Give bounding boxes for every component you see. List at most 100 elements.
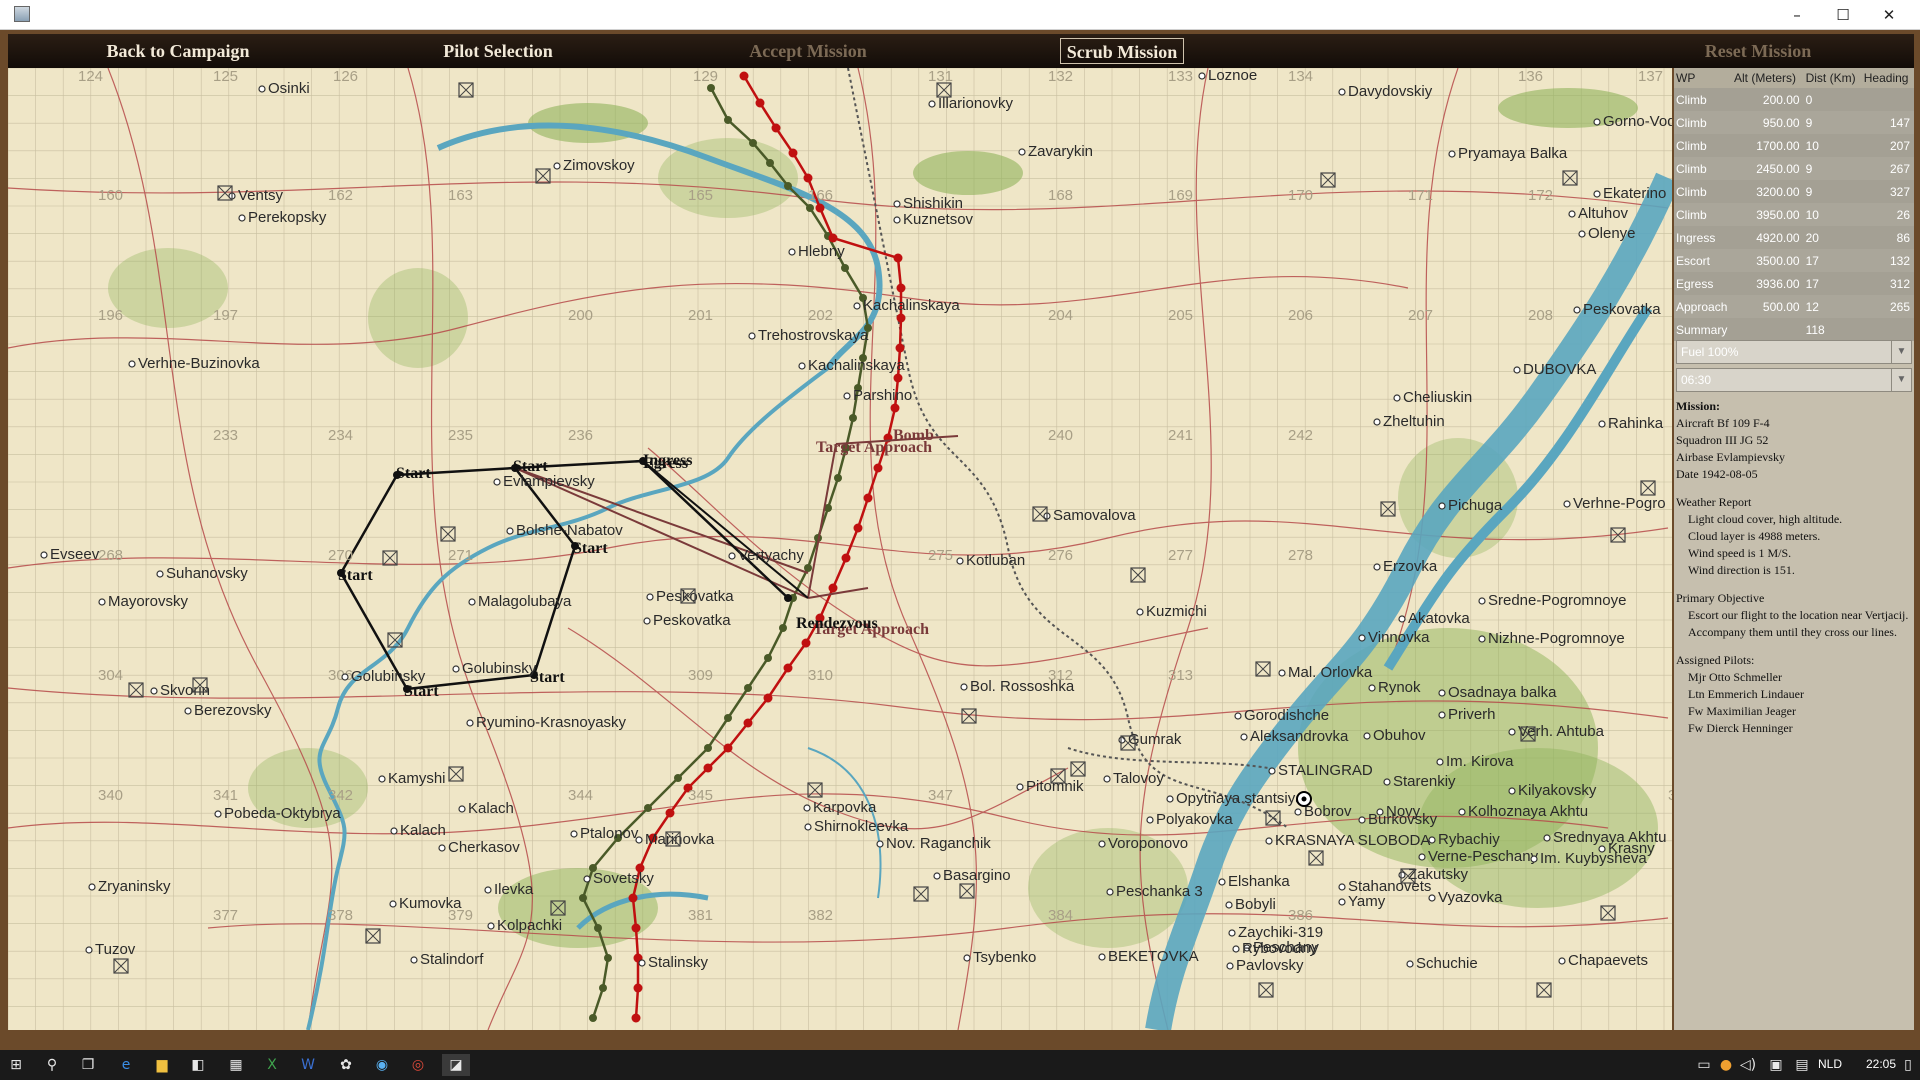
town-marker[interactable]: Rybovodny bbox=[1232, 940, 1318, 957]
task-view-icon[interactable]: ❐ bbox=[74, 1054, 102, 1076]
town-marker[interactable]: Davydovskiy bbox=[1338, 83, 1433, 100]
mission-map[interactable]: Start Start Start Start Start Start Egress Ingr… bbox=[8, 68, 1672, 1030]
file-explorer-icon[interactable]: ▆ bbox=[148, 1054, 176, 1076]
town-marker[interactable]: Evlampievsky bbox=[493, 473, 595, 490]
town-marker[interactable]: Shishikin bbox=[893, 195, 963, 212]
town-marker[interactable]: Pavlovsky bbox=[1226, 957, 1304, 974]
town-marker[interactable]: Shirnokleevka bbox=[804, 818, 909, 835]
town-marker[interactable]: Erzovka bbox=[1373, 558, 1438, 575]
town-marker[interactable]: BEKETOVKA bbox=[1098, 948, 1199, 965]
town-marker[interactable]: Zavarykin bbox=[1018, 143, 1093, 160]
town-marker[interactable]: Vyazovka bbox=[1428, 889, 1503, 906]
town-marker[interactable]: Vinnovka bbox=[1358, 629, 1430, 646]
town-marker[interactable]: Olenye bbox=[1578, 225, 1636, 242]
network-icon[interactable]: ▣ bbox=[1762, 1054, 1790, 1076]
waypoint-row[interactable]: Climb 2450.00 9 267 bbox=[1674, 157, 1914, 180]
notification-icon[interactable]: ▯ bbox=[1894, 1054, 1920, 1076]
town-marker[interactable]: Gorodishche bbox=[1234, 707, 1329, 724]
search-icon[interactable]: ⚲ bbox=[38, 1054, 66, 1076]
airfield-icon[interactable] bbox=[1640, 480, 1656, 496]
town-marker[interactable]: Rahinka bbox=[1598, 415, 1664, 432]
close-button[interactable]: ✕ bbox=[1866, 0, 1912, 30]
minimize-button[interactable]: – bbox=[1774, 0, 1820, 30]
town-marker[interactable]: Kuznetsov bbox=[893, 211, 974, 228]
town-marker[interactable]: Im. Kirova bbox=[1436, 753, 1514, 770]
town-marker[interactable]: Verhne-Pogro bbox=[1563, 495, 1666, 512]
town-marker[interactable]: Osinki bbox=[258, 80, 310, 97]
town-marker[interactable]: Pryamaya Balka bbox=[1448, 145, 1568, 162]
stalingrad-city-icon[interactable] bbox=[1296, 791, 1312, 807]
town-marker[interactable]: Peskovatka bbox=[1573, 301, 1661, 318]
town-marker[interactable]: Malagolubaya bbox=[468, 593, 572, 610]
town-marker[interactable]: Bobyli bbox=[1225, 896, 1276, 913]
airfield-icon[interactable] bbox=[535, 168, 551, 184]
town-marker[interactable]: Zryaninsky bbox=[88, 878, 171, 895]
excel-icon[interactable]: X bbox=[258, 1054, 286, 1076]
chrome-icon[interactable]: ◎ bbox=[404, 1054, 432, 1076]
airfield-icon[interactable] bbox=[440, 526, 456, 542]
airfield-icon[interactable] bbox=[382, 550, 398, 566]
town-marker[interactable]: Kilyakovsky bbox=[1508, 782, 1597, 799]
town-marker[interactable]: DUBOVKA bbox=[1513, 361, 1596, 378]
airfield-icon[interactable] bbox=[1130, 567, 1146, 583]
message-icon[interactable]: ▤ bbox=[1788, 1054, 1816, 1076]
town-marker[interactable]: Talovoy bbox=[1103, 770, 1164, 787]
town-marker[interactable]: Gorno-Vod bbox=[1593, 113, 1672, 130]
fuel-select[interactable]: Fuel 100% ▼ bbox=[1676, 340, 1912, 364]
town-marker[interactable]: Parshino bbox=[843, 387, 912, 404]
store-icon[interactable]: ◧ bbox=[184, 1054, 212, 1076]
airfield-icon[interactable] bbox=[807, 782, 823, 798]
town-marker[interactable]: Aleksandrovka bbox=[1240, 728, 1349, 745]
town-marker[interactable]: Zimovskoy bbox=[553, 157, 635, 174]
town-marker[interactable]: Vertyachy bbox=[728, 547, 804, 564]
town-marker[interactable]: Gumrak bbox=[1118, 731, 1182, 748]
town-marker[interactable]: Sredne-Pogromnoye bbox=[1478, 592, 1626, 609]
airfield-icon[interactable] bbox=[1562, 170, 1578, 186]
town-marker[interactable]: Ptalonov bbox=[570, 825, 639, 842]
town-marker[interactable]: Stalinsky bbox=[638, 954, 709, 971]
maximize-button[interactable]: ☐ bbox=[1820, 0, 1866, 30]
town-marker[interactable]: Trehostrovskaya bbox=[748, 327, 869, 344]
waypoint-row[interactable]: Climb 200.00 0 bbox=[1674, 88, 1914, 111]
chevron-down-icon[interactable]: ▼ bbox=[1891, 341, 1911, 363]
airfield-icon[interactable] bbox=[458, 82, 474, 98]
town-marker[interactable]: Schuchie bbox=[1406, 955, 1478, 972]
town-marker[interactable]: KRASNAYA SLOBODA bbox=[1265, 832, 1430, 849]
airfield-icon[interactable] bbox=[1308, 850, 1324, 866]
calculator-icon[interactable]: ▦ bbox=[222, 1054, 250, 1076]
town-marker[interactable]: Golubinsky bbox=[452, 660, 537, 677]
town-marker[interactable]: Peskovatka bbox=[643, 612, 731, 629]
app-icon[interactable]: ✿ bbox=[332, 1054, 360, 1076]
airfield-icon[interactable] bbox=[217, 185, 233, 201]
town-marker[interactable]: Kumovka bbox=[389, 895, 462, 912]
airfield-icon[interactable] bbox=[1600, 905, 1616, 921]
town-marker[interactable]: Kamyshi bbox=[378, 770, 446, 787]
town-marker[interactable]: Kalach bbox=[390, 822, 446, 839]
town-marker[interactable]: Karpovka bbox=[803, 799, 877, 816]
town-marker[interactable]: Im. Kuybysheva bbox=[1530, 850, 1647, 867]
town-marker[interactable]: Verne-Peschany bbox=[1418, 848, 1539, 865]
town-marker[interactable]: Verhne-Buzinovka bbox=[128, 355, 260, 372]
town-marker[interactable]: Chapaevets bbox=[1558, 952, 1648, 969]
town-marker[interactable]: Hlebny bbox=[788, 243, 845, 260]
town-marker[interactable]: Altuhov bbox=[1568, 205, 1629, 222]
town-marker[interactable]: Ilevka bbox=[484, 881, 534, 898]
town-marker[interactable]: Pichuga bbox=[1438, 497, 1503, 514]
town-marker[interactable]: Rybachiy bbox=[1428, 831, 1500, 848]
game-window-icon[interactable]: ◪ bbox=[442, 1054, 470, 1076]
app-icon[interactable]: ◉ bbox=[368, 1054, 396, 1076]
airfield-icon[interactable] bbox=[128, 682, 144, 698]
town-marker[interactable]: Evseev bbox=[40, 546, 100, 563]
airfield-icon[interactable] bbox=[1070, 761, 1086, 777]
town-marker[interactable]: Kachalinskaya bbox=[853, 297, 960, 314]
airfield-icon[interactable] bbox=[1536, 982, 1552, 998]
back-to-campaign-button[interactable]: Back to Campaign bbox=[68, 38, 288, 64]
town-marker[interactable]: Kolhoznaya Akhtu bbox=[1458, 803, 1588, 820]
waypoint-row[interactable]: Climb 3200.00 9 327 bbox=[1674, 180, 1914, 203]
town-marker[interactable]: Osadnaya balka bbox=[1438, 684, 1557, 701]
waypoint-row[interactable]: Escort 3500.00 17 132 bbox=[1674, 249, 1914, 272]
wp-column-header[interactable]: WP bbox=[1674, 68, 1732, 88]
town-marker[interactable]: Yamy bbox=[1338, 893, 1386, 910]
town-marker[interactable]: Kalach bbox=[458, 800, 514, 817]
start-windows-icon[interactable]: ⊞ bbox=[2, 1054, 30, 1076]
